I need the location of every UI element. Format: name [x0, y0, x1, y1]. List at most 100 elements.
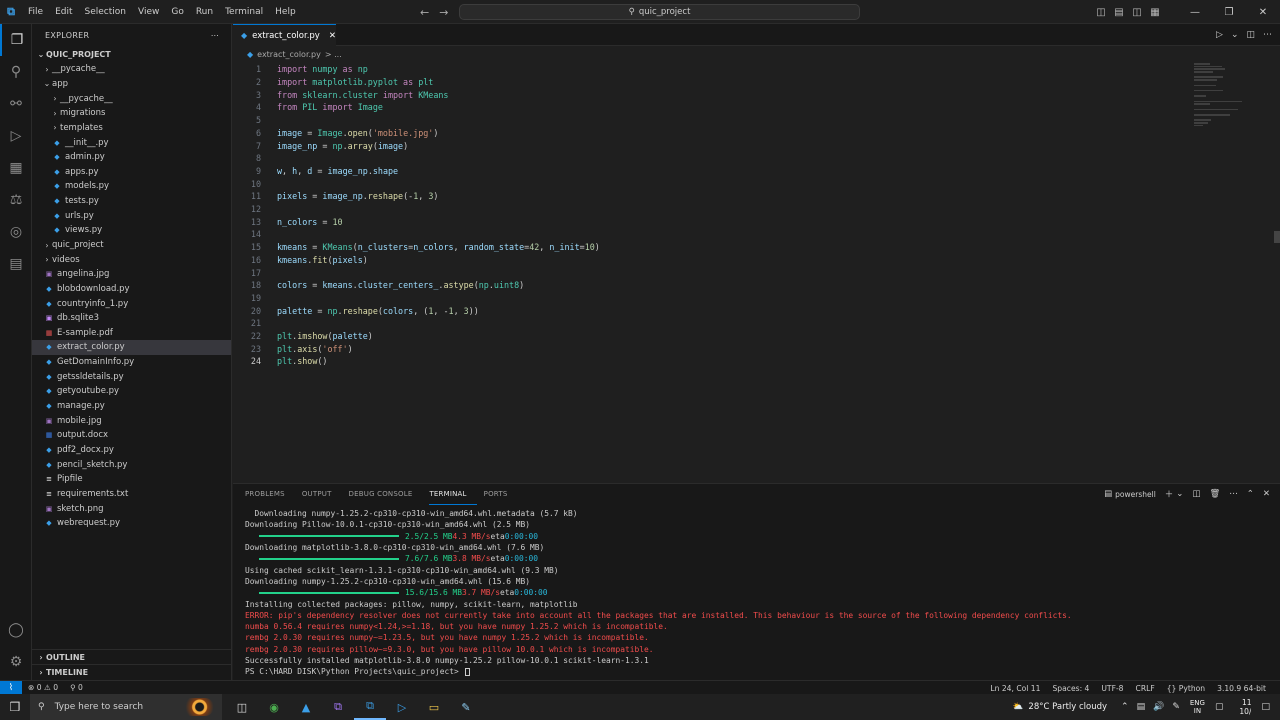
code-line[interactable]: 19 [233, 292, 261, 305]
line-ending[interactable]: CRLF [1130, 684, 1161, 693]
tree-folder[interactable]: › migrations [32, 106, 231, 121]
tree-file[interactable]: ◆ pdf2_docx.py [32, 443, 231, 458]
tree-file[interactable]: ▦ output.docx [32, 428, 231, 443]
panel-tab-terminal[interactable]: TERMINAL [429, 484, 477, 505]
tree-folder[interactable]: › __pycache__ [32, 62, 231, 77]
tree-file[interactable]: ◆ __init__.py [32, 135, 231, 150]
code-line[interactable]: 21 [233, 317, 261, 330]
new-terminal-icon[interactable]: ＋ [1165, 488, 1174, 500]
menu-item-file[interactable]: File [22, 0, 49, 24]
tree-file[interactable]: ▣ sketch.png [32, 501, 231, 516]
code-line[interactable]: 18 colors = kmeans.cluster_centers_.astyp… [233, 279, 524, 292]
panel-tab-output[interactable]: OUTPUT [302, 484, 342, 504]
tree-folder[interactable]: › __pycache__ [32, 91, 231, 106]
code-line[interactable]: 10 [233, 177, 261, 190]
network-icon[interactable]: ▤ [1137, 702, 1146, 712]
indentation[interactable]: Spaces: 4 [1046, 684, 1095, 693]
split-terminal-icon[interactable]: ◫ [1192, 489, 1200, 499]
timeline-section[interactable]: › TIMELINE [32, 664, 232, 679]
tree-file[interactable]: ◆ models.py [32, 179, 231, 194]
ime-icon[interactable]: ▢ [1215, 702, 1224, 712]
tree-file[interactable]: ◆ tests.py [32, 194, 231, 209]
terminal-icon[interactable]: ▤ [0, 248, 32, 280]
panel-tab-problems[interactable]: PROBLEMS [245, 484, 295, 504]
tree-file[interactable]: ◆ getyoutube.py [32, 384, 231, 399]
chevron-up-icon[interactable]: ⌃ [1121, 702, 1129, 712]
split-editor-icon[interactable]: ◫ [1246, 30, 1255, 40]
tree-file[interactable]: ◆ apps.py [32, 164, 231, 179]
close-tab-icon[interactable]: ✕ [329, 31, 336, 41]
menu-item-view[interactable]: View [132, 0, 165, 24]
chevron-down-icon[interactable]: ⌄ [1176, 489, 1183, 499]
tree-file[interactable]: ▦ E-sample.pdf [32, 326, 231, 341]
code-editor[interactable]: 1 import numpy as np 2 import matplotlib.py… [233, 61, 1280, 483]
search-icon[interactable]: ⚲ [0, 56, 32, 88]
customize-layout-icon[interactable]: ▦ [1146, 7, 1164, 18]
tree-folder[interactable]: › videos [32, 252, 231, 267]
more-actions-icon[interactable]: ⋯ [1229, 489, 1238, 499]
tree-folder[interactable]: › quic_project [32, 238, 231, 253]
powershell-icon[interactable]: ▷ [386, 694, 418, 720]
chevron-down-icon[interactable]: ⌄ [1231, 30, 1239, 40]
toggle-panel-icon[interactable]: ▤ [1110, 7, 1128, 18]
code-line[interactable]: 11 pixels = image_np.reshape(-1, 3) [233, 190, 439, 203]
tree-file[interactable]: ▣ db.sqlite3 [32, 311, 231, 326]
language-indicator[interactable]: ENG IN [1190, 699, 1205, 715]
menu-item-run[interactable]: Run [190, 0, 219, 24]
gear-icon[interactable]: ⚙ [0, 646, 32, 678]
code-line[interactable]: 4 from PIL import Image [233, 101, 383, 114]
remote-icon[interactable]: ◎ [0, 216, 32, 248]
command-center[interactable]: ⚲ quic_project [459, 4, 860, 20]
menu-item-selection[interactable]: Selection [79, 0, 132, 24]
trash-icon[interactable]: 🗑 [1209, 489, 1220, 499]
menu-item-go[interactable]: Go [165, 0, 189, 24]
menu-item-help[interactable]: Help [269, 0, 302, 24]
testing-icon[interactable]: ⚖ [0, 184, 32, 216]
code-line[interactable]: 8 [233, 152, 261, 165]
restore-icon[interactable]: ❐ [1212, 7, 1246, 18]
code-line[interactable]: 23 plt.axis('off') [233, 342, 353, 355]
terminal-output[interactable]: Downloading numpy-1.25.2-cp310-cp310-win… [245, 508, 1275, 677]
menu-item-terminal[interactable]: Terminal [219, 0, 269, 24]
code-line[interactable]: 16 kmeans.fit(pixels) [233, 254, 368, 267]
clock[interactable]: 11 10/ [1233, 698, 1251, 716]
app-icon[interactable]: ▲ [290, 694, 322, 720]
tree-file[interactable]: ◆ blobdownload.py [32, 282, 231, 297]
tree-file[interactable]: ◆ getssldetails.py [32, 369, 231, 384]
code-line[interactable]: 24 plt.show() [233, 355, 328, 368]
extensions-icon[interactable]: ▦ [0, 152, 32, 184]
volume-icon[interactable]: 🔊 [1153, 702, 1164, 712]
tree-file[interactable]: ◆ GetDomainInfo.py [32, 355, 231, 370]
cursor-position[interactable]: Ln 24, Col 11 [984, 684, 1046, 693]
tree-file[interactable]: ≡ Pipfile [32, 472, 231, 487]
vertical-scrollbar[interactable] [1274, 231, 1280, 243]
code-line[interactable]: 13 n_colors = 10 [233, 215, 343, 228]
forward-arrow-icon[interactable]: → [439, 6, 448, 19]
chrome-icon[interactable]: ◉ [258, 694, 290, 720]
code-line[interactable]: 9 w, h, d = image_np.shape [233, 165, 398, 178]
code-line[interactable]: 1 import numpy as np [233, 63, 368, 76]
menu-item-edit[interactable]: Edit [49, 0, 78, 24]
minimize-icon[interactable]: — [1178, 7, 1212, 18]
tree-file[interactable]: ◆ webrequest.py [32, 516, 231, 531]
task-view-icon[interactable]: ◫ [226, 694, 258, 720]
code-line[interactable]: 22 plt.imshow(palette) [233, 330, 373, 343]
tree-folder[interactable]: › templates [32, 121, 231, 136]
python-interpreter[interactable]: 3.10.9 64-bit [1211, 684, 1272, 693]
tree-file[interactable]: ▣ mobile.jpg [32, 413, 231, 428]
notepad-icon[interactable]: ✎ [450, 694, 482, 720]
toggle-secondary-sidebar-icon[interactable]: ◫ [1128, 7, 1146, 18]
tree-file[interactable]: ◆ admin.py [32, 150, 231, 165]
panel-tab-ports[interactable]: PORTS [484, 484, 518, 504]
terminal-shell-name[interactable]: powershell [1115, 490, 1156, 499]
tree-file[interactable]: ◆ countryinfo_1.py [32, 296, 231, 311]
problems-count[interactable]: ⊗ 0 ⚠ 0 [22, 683, 64, 692]
code-line[interactable]: 14 [233, 228, 261, 241]
close-window-icon[interactable]: ✕ [1246, 7, 1280, 18]
maximize-panel-icon[interactable]: ⌃ [1247, 489, 1254, 499]
tree-folder[interactable]: ⌄ app [32, 77, 231, 92]
encoding[interactable]: UTF-8 [1095, 684, 1129, 693]
code-line[interactable]: 3 from sklearn.cluster import KMeans [233, 88, 449, 101]
toggle-sidebar-icon[interactable]: ◫ [1092, 7, 1110, 18]
outline-section[interactable]: › OUTLINE [32, 649, 232, 664]
